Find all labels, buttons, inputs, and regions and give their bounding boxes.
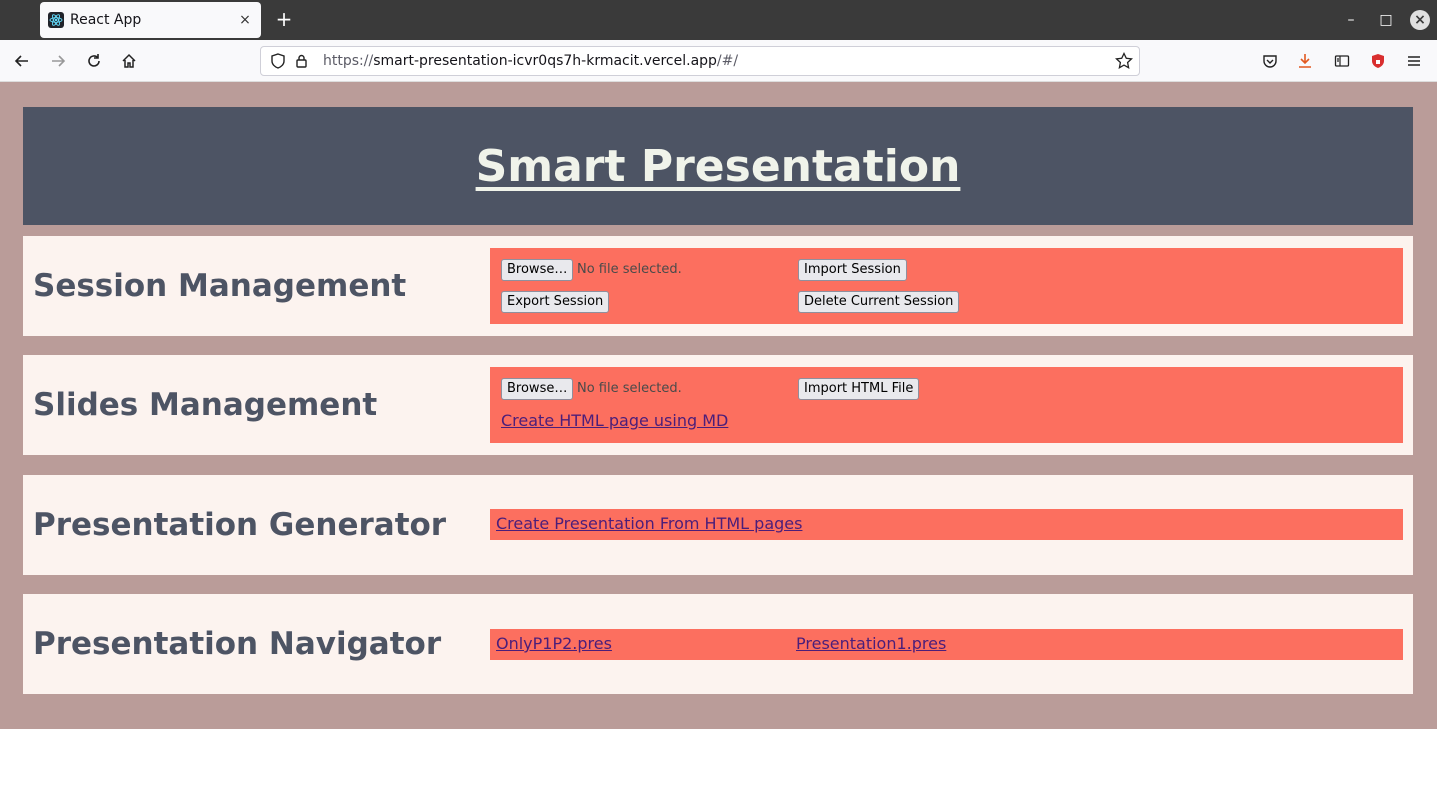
extension-button[interactable] [1366,49,1390,73]
pocket-icon [1263,55,1277,68]
url-text: https://smart-presentation-icvr0qs7h-krm… [323,53,738,69]
page-title: Smart Presentation [475,140,961,192]
presentation-generator-section: Presentation Generator Create Presentati… [23,475,1413,575]
browser-tab-bar: React App × + – □ × [0,0,1437,40]
section-title: Presentation Navigator [33,626,442,662]
session-file-status: No file selected. [577,262,682,277]
import-html-button[interactable]: Import HTML File [798,378,920,400]
session-controls-panel: Browse… No file selected. Import Session… [490,248,1403,324]
close-window-icon[interactable]: × [1410,10,1430,30]
forward-button[interactable] [46,49,70,73]
section-title: Session Management [33,268,407,304]
pocket-button[interactable] [1258,49,1282,73]
back-arrow-icon [14,55,28,67]
tab-title: React App [70,12,142,28]
browser-nav-bar: https://smart-presentation-icvr0qs7h-krm… [0,40,1437,82]
home-button[interactable] [117,49,141,73]
section-title: Slides Management [33,387,378,423]
create-html-md-link[interactable]: Create HTML page using MD [501,410,728,432]
slides-browse-button[interactable]: Browse… [501,378,574,400]
delete-session-button[interactable]: Delete Current Session [798,291,960,313]
react-logo-icon [48,12,64,28]
slides-controls-panel: Browse… No file selected. Import HTML Fi… [490,367,1403,443]
menu-button[interactable] [1402,49,1426,73]
minimize-icon[interactable]: – [1341,10,1361,30]
create-presentation-link[interactable]: Create Presentation From HTML pages [496,513,802,535]
hamburger-menu-icon [1408,56,1420,66]
presentation-navigator-section: Presentation Navigator OnlyP1P2.pres Pre… [23,594,1413,694]
section-title: Presentation Generator [33,507,447,543]
reload-icon [88,54,100,67]
app-root: Smart Presentation Session Management Br… [0,82,1437,729]
forward-arrow-icon [52,55,66,67]
url-host: smart-presentation-icvr0qs7h-krmacit.ver… [373,53,717,69]
slides-management-section: Slides Management Browse… No file select… [23,355,1413,455]
session-browse-button[interactable]: Browse… [501,259,574,281]
presentation-file-link[interactable]: OnlyP1P2.pres [496,633,612,655]
downloads-button[interactable] [1293,49,1317,73]
url-scheme: https:// [323,53,374,69]
address-bar[interactable]: https://smart-presentation-icvr0qs7h-krm… [260,46,1140,76]
presentation-file-link[interactable]: Presentation1.pres [796,633,946,655]
reload-button[interactable] [82,49,106,73]
bookmark-star-icon[interactable] [1115,51,1133,70]
maximize-icon[interactable]: □ [1376,10,1396,30]
new-tab-button[interactable]: + [272,7,296,31]
navigator-controls-panel: OnlyP1P2.pres Presentation1.pres [490,629,1403,660]
reader-view-button[interactable] [1330,49,1354,73]
lock-icon[interactable] [293,52,311,70]
app-header: Smart Presentation [23,107,1413,225]
slides-file-status: No file selected. [577,381,682,396]
home-icon [122,53,136,68]
download-icon [1299,54,1311,68]
generator-controls-panel: Create Presentation From HTML pages [490,509,1403,540]
export-session-button[interactable]: Export Session [501,291,610,313]
session-management-section: Session Management Browse… No file selec… [23,236,1413,336]
tab-close-icon[interactable]: × [237,12,253,28]
browser-tab[interactable]: React App × [40,2,261,38]
ublock-shield-icon [1372,54,1384,68]
shield-icon[interactable] [269,52,287,70]
sidebar-icon [1334,55,1350,67]
back-button[interactable] [10,49,34,73]
url-path: /#/ [716,53,739,69]
import-session-button[interactable]: Import Session [798,259,907,281]
